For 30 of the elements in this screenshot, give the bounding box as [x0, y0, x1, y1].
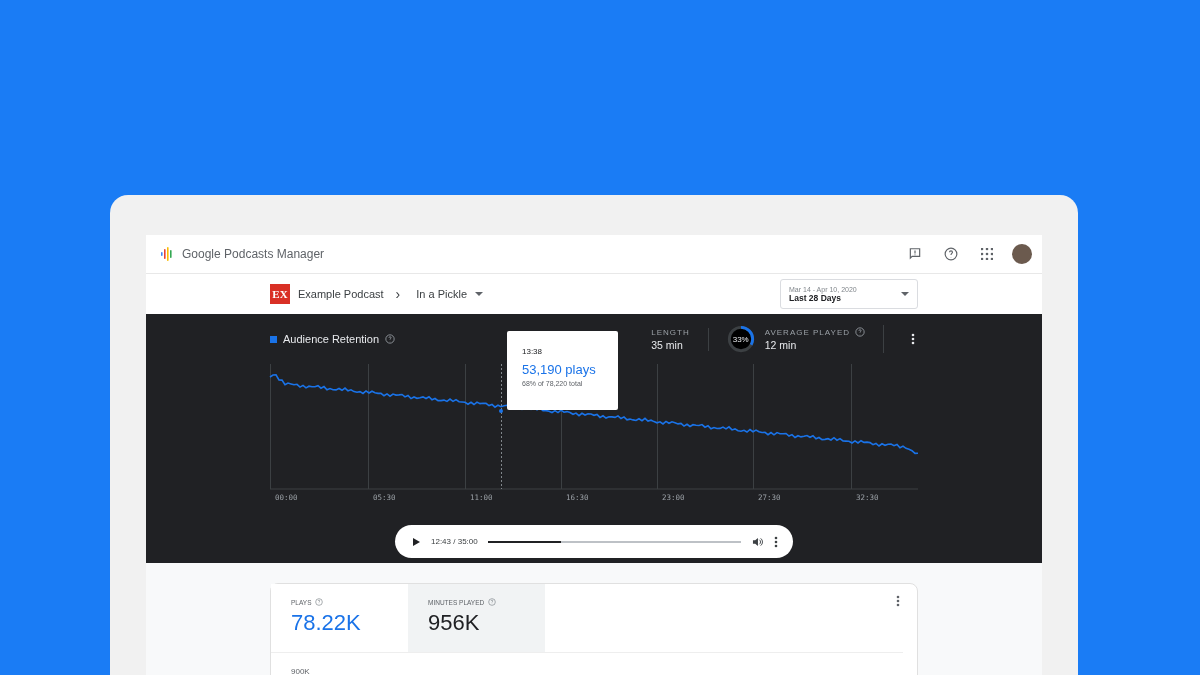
episode-selector[interactable]: In a Pickle [416, 288, 468, 300]
stat-label: AVERAGE PLAYED [764, 327, 850, 337]
legend-marker [270, 335, 277, 343]
playback-time: 12:43 / 35:00 [431, 537, 478, 546]
app-title: Google Podcasts Manager [182, 247, 326, 261]
help-icon [944, 247, 958, 261]
stat-label: LENGTH [651, 327, 690, 337]
more-icon [774, 535, 778, 548]
logo-icon [160, 247, 174, 261]
more-icon [896, 595, 900, 607]
ring-percentage: 33% [731, 333, 750, 346]
y-axis-label: 900K [291, 667, 310, 675]
stat-value: 12 min [764, 339, 798, 351]
apps-icon [981, 248, 993, 260]
avatar[interactable] [1012, 244, 1032, 264]
hover-point [499, 409, 503, 413]
stat-value: 35 min [651, 338, 684, 351]
feedback-icon [908, 247, 922, 261]
play-icon [412, 537, 420, 546]
caret-icon [475, 291, 484, 297]
more-icon [911, 333, 915, 345]
volume-icon [751, 536, 763, 547]
help-icon[interactable] [855, 327, 865, 337]
chart-title: Audience Retention [283, 333, 379, 345]
help-icon[interactable] [385, 334, 395, 344]
podcast-logo: EX [270, 284, 290, 304]
seek-bar[interactable] [487, 540, 741, 543]
podcast-link[interactable]: Example Podcast [298, 288, 384, 300]
caret-icon [901, 291, 909, 297]
breadcrumb-separator: › [395, 286, 401, 302]
